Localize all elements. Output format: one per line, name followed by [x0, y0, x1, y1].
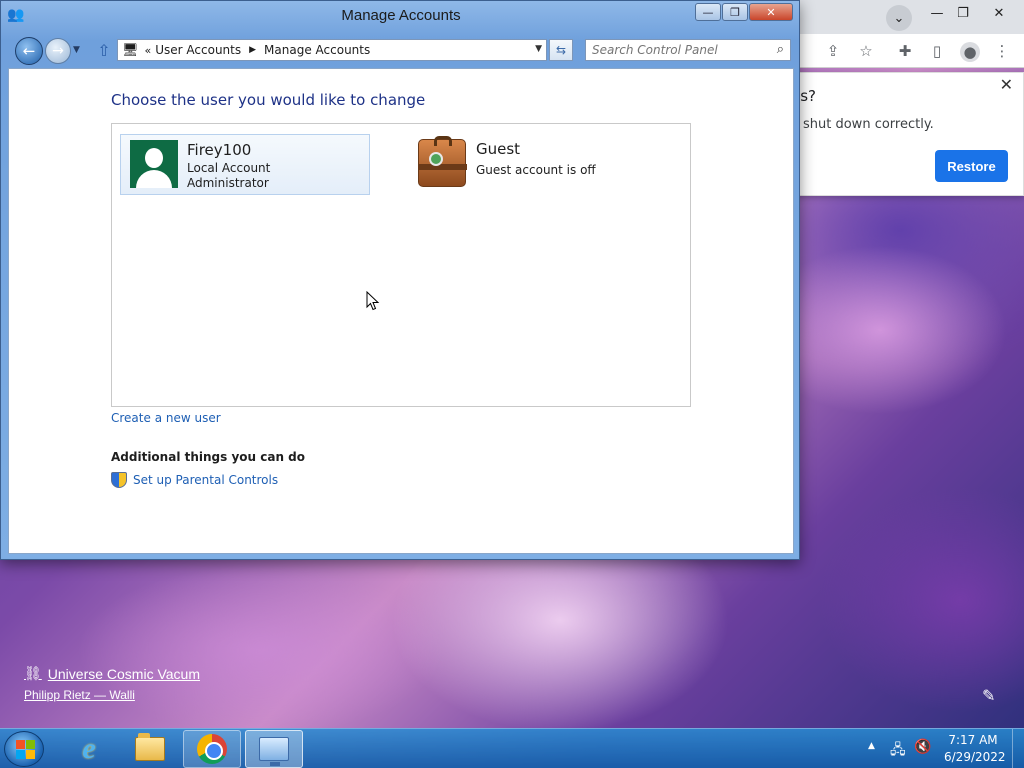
address-bar[interactable]: 🖥 « User Accounts ▶ Manage Accounts ▼	[117, 39, 547, 61]
volume-muted-icon[interactable]: 🔇	[914, 739, 931, 755]
windows-logo-icon	[26, 740, 35, 749]
wallpaper-author-link[interactable]: Philipp Rietz — Walli	[24, 688, 135, 702]
chrome-tab-search-icon[interactable]: ⌄	[886, 5, 912, 31]
back-button[interactable]: ←	[15, 37, 43, 65]
user-account-type: Local Account	[187, 161, 271, 175]
close-icon[interactable]: ✕	[1000, 75, 1013, 94]
tray-expand-icon[interactable]: ▲	[868, 741, 875, 751]
refresh-button[interactable]: ⇆	[549, 39, 573, 61]
clock-date[interactable]: 6/29/2022	[944, 750, 1006, 764]
overflow-chevron-icon[interactable]: «	[145, 44, 152, 57]
chrome-restore-button[interactable]: ❐	[952, 2, 974, 24]
up-arrow-button[interactable]: ⇧	[95, 40, 113, 60]
side-panel-icon[interactable]: ▯	[928, 42, 946, 60]
profile-avatar-icon[interactable]: ●	[960, 42, 980, 62]
taskbar-file-explorer[interactable]	[121, 730, 179, 768]
content-pane: Choose the user you would like to change…	[8, 68, 794, 554]
parental-controls-row[interactable]: Set up Parental Controls	[111, 472, 278, 488]
chrome-icon	[197, 734, 227, 764]
user-tile-guest[interactable]: Guest Guest account is off	[418, 136, 668, 199]
user-status: Guest account is off	[476, 163, 596, 177]
minimize-button[interactable]: —	[695, 3, 721, 21]
taskbar-control-panel[interactable]	[245, 730, 303, 768]
chrome-close-button[interactable]: ✕	[988, 2, 1010, 24]
user-avatar-icon	[130, 140, 178, 188]
wallpaper-credit-link[interactable]: ⛓ Universe Cosmic Vacum	[24, 665, 200, 682]
bookmark-star-icon[interactable]: ☆	[857, 42, 875, 60]
search-icon[interactable]: ⌕	[777, 42, 784, 57]
network-icon[interactable]: 🖧	[890, 739, 906, 763]
recent-pages-chevron-icon[interactable]: ▼	[73, 45, 80, 55]
address-dropdown-icon[interactable]: ▼	[535, 44, 542, 54]
taskbar: e ▲ 🖧 🔇 7:17 AM 6/29/2022	[0, 728, 1024, 768]
link-icon: ⛓	[24, 665, 42, 681]
uac-shield-icon	[111, 472, 127, 488]
clock-time[interactable]: 7:17 AM	[944, 733, 1002, 747]
maximize-button[interactable]: ❐	[722, 3, 748, 21]
windows-logo-icon	[16, 750, 25, 759]
taskbar-chrome[interactable]	[183, 730, 241, 768]
page-title: Choose the user you would like to change	[111, 91, 426, 109]
restore-button[interactable]: Restore	[935, 150, 1008, 182]
pencil-icon[interactable]: ✎	[982, 686, 995, 705]
create-new-user-link[interactable]: Create a new user	[111, 411, 221, 425]
close-button[interactable]: ✕	[749, 3, 793, 21]
wallpaper-title[interactable]: Universe Cosmic Vacum	[48, 666, 200, 682]
breadcrumb-separator-icon[interactable]: ▶	[249, 45, 256, 55]
control-panel-icon: 🖥	[122, 42, 139, 58]
windows-logo-icon	[26, 750, 35, 759]
taskbar-internet-explorer[interactable]: e	[60, 730, 118, 768]
internet-explorer-icon: e	[82, 732, 96, 765]
mouse-cursor-icon	[366, 291, 380, 311]
breadcrumb-manage-accounts[interactable]: Manage Accounts	[264, 43, 370, 57]
search-box[interactable]: ⌕	[585, 39, 791, 61]
additional-heading: Additional things you can do	[111, 450, 306, 464]
search-input[interactable]	[592, 43, 772, 57]
chrome-toolbar: ⇪ ☆ ✚ ▯ ● ⋮	[780, 34, 1024, 68]
folder-icon	[135, 733, 165, 761]
restore-dialog-text: shut down correctly.	[803, 117, 934, 132]
user-name: Guest	[476, 140, 521, 158]
windows-logo-icon	[16, 740, 25, 749]
user-tile-firey100[interactable]: Firey100 Local Account Administrator	[120, 134, 370, 195]
breadcrumb-user-accounts[interactable]: User Accounts	[155, 43, 241, 57]
user-name: Firey100	[187, 141, 252, 159]
user-list: Firey100 Local Account Administrator Gue…	[111, 123, 691, 407]
start-button[interactable]	[4, 731, 44, 767]
control-panel-icon	[259, 737, 289, 766]
extensions-puzzle-icon[interactable]: ✚	[896, 42, 914, 60]
forward-button[interactable]: →	[45, 38, 71, 64]
parental-controls-link[interactable]: Set up Parental Controls	[133, 473, 278, 487]
chrome-tabstrip: ⌄ — ❐ ✕	[780, 0, 1024, 34]
suitcase-avatar-icon	[418, 136, 467, 187]
chrome-minimize-button[interactable]: —	[926, 2, 948, 24]
manage-accounts-window: 👥 Manage Accounts — ❐ ✕ ← → ▼ ⇧ 🖥 « User…	[0, 0, 800, 560]
user-role: Administrator	[187, 176, 269, 190]
restore-pages-dialog: es? shut down correctly. Restore ✕	[780, 72, 1024, 196]
window-title: Manage Accounts	[341, 7, 461, 24]
show-desktop-button[interactable]	[1012, 729, 1024, 768]
share-icon[interactable]: ⇪	[824, 42, 842, 60]
chrome-menu-icon[interactable]: ⋮	[993, 42, 1011, 60]
